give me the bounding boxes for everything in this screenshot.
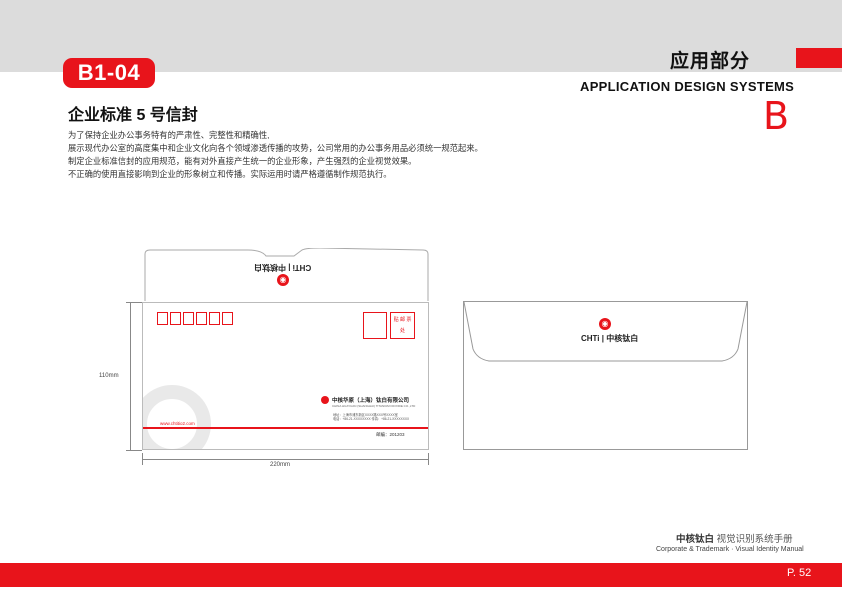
company-logo-icon: ◉ bbox=[277, 274, 289, 286]
description-line: 为了保持企业办公事务特有的严肃性、完整性和精确性, bbox=[68, 130, 270, 140]
postcode-text: 邮编：201203 bbox=[376, 432, 405, 437]
postcode-box bbox=[196, 312, 207, 325]
section-title-en: APPLICATION DESIGN SYSTEMS bbox=[580, 79, 795, 94]
company-name: 中核华原（上海）钛白有限公司 bbox=[332, 398, 410, 404]
description-line: 制定企业标准信封的应用规范，能有对外直接产生统一的企业形象，产生强烈的企业视觉效… bbox=[68, 156, 417, 166]
company-name-en: CHINA HUAYUAN (SHANGHAI) TITANIUM DIOXID… bbox=[332, 404, 416, 408]
section-title-cn: 应用部分 bbox=[670, 51, 751, 72]
company-logo-icon bbox=[321, 396, 329, 404]
dimension-tick bbox=[428, 453, 429, 465]
postcode-boxes bbox=[157, 312, 233, 325]
postcode-box bbox=[157, 312, 168, 325]
postcode-box bbox=[222, 312, 233, 325]
postcode-box bbox=[170, 312, 181, 325]
flap-logo-text: CHTi | 中核钛白 bbox=[254, 263, 312, 272]
red-stripe bbox=[143, 427, 428, 429]
width-label: 220mm bbox=[270, 462, 291, 468]
page-description: 为了保持企业办公事务特有的严肃性、完整性和精确性, 展示现代办公室的高度集中和企… bbox=[68, 129, 588, 181]
back-logo-text: CHTi | 中核钛白 bbox=[581, 334, 639, 343]
bottom-margin bbox=[0, 587, 842, 596]
width-dimension-line bbox=[142, 459, 429, 460]
description-line: 不正确的使用直接影响到企业的形象树立和传播。实际运用时请严格遵循制作规范执行。 bbox=[68, 169, 392, 179]
height-dimension-line bbox=[130, 302, 131, 450]
postcode-box bbox=[183, 312, 194, 325]
footer-subtitle: Corporate & Trademark · Visual Identity … bbox=[656, 546, 804, 553]
dimension-tick bbox=[142, 453, 143, 465]
dimension-tick bbox=[126, 450, 142, 451]
stamp-area: 贴 邮 票 处 bbox=[363, 312, 415, 339]
stamp-box bbox=[363, 312, 387, 339]
dimension-tick bbox=[126, 302, 142, 303]
website-url: www.chtitio2.com bbox=[160, 421, 195, 426]
footer-title: 中核钛白 视觉识别系统手册 bbox=[676, 531, 793, 545]
company-contacts: 电话：+86-21-XXXXXXXX 传真：+86-21-XXXXXXXX bbox=[333, 417, 410, 421]
page-title: 企业标准 5 号信封 bbox=[68, 107, 198, 124]
stamp-label: 贴 邮 票 处 bbox=[390, 312, 415, 339]
envelope-front: 贴 邮 票 处 中核华原（上海）钛白有限公司 CHINA HUAYUAN (SH… bbox=[142, 302, 429, 450]
page-number: P. 52 bbox=[787, 567, 812, 579]
description-line: 展示现代办公室的高度集中和企业文化向各个领域渗透传播的攻势，公司常用的办公事务用… bbox=[68, 143, 483, 153]
background-emblem bbox=[143, 385, 211, 449]
footer-brand: 中核钛白 bbox=[676, 534, 715, 545]
height-label: 110mm bbox=[99, 373, 119, 379]
footer-manual: 视觉识别系统手册 bbox=[716, 534, 793, 545]
footer-bar bbox=[0, 563, 842, 587]
section-letter: B bbox=[763, 94, 790, 138]
company-logo-icon: ◉ bbox=[599, 318, 611, 330]
section-red-tab bbox=[796, 48, 842, 68]
page-code-badge: B1-04 bbox=[63, 58, 155, 88]
postcode-box bbox=[209, 312, 220, 325]
